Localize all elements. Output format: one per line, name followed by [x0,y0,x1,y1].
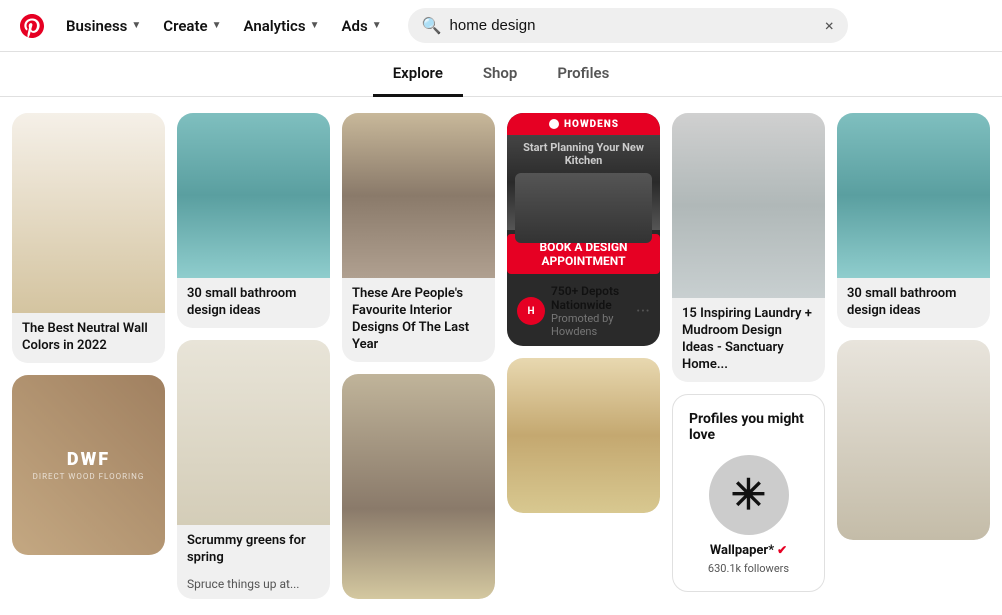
howdens-header: HOWDENS [507,113,660,135]
pin-living-room[interactable] [837,340,990,540]
main-nav: Business ▼ Create ▼ Analytics ▼ Ads ▼ [56,11,392,41]
pin-grey-kitchen[interactable]: 15 Inspiring Laundry + Mudroom Design Id… [672,113,825,382]
pin-teal-bath-1[interactable]: 30 small bathroom design ideas [177,113,330,328]
more-options-button[interactable]: ··· [636,301,650,322]
howdens-headline: Start Planning Your New Kitchen [507,135,660,173]
pin-dwf[interactable]: DWF DIRECT WOOD FLOORING [12,375,165,555]
search-bar: 🔍 × [408,8,848,43]
verified-icon: ✔ [777,543,787,557]
profile-wallpaper[interactable]: ✳ Wallpaper* ✔ 630.1k followers [689,455,808,575]
chevron-down-icon: ▼ [131,20,141,31]
howdens-footer: H 750+ Depots Nationwide Promoted by How… [507,278,660,346]
close-icon[interactable]: × [825,16,834,35]
nav-ads[interactable]: Ads ▼ [332,11,392,41]
howdens-kitchen-image: Start Planning Your New Kitchen [507,135,660,230]
pin-hallway[interactable]: The Best Neutral Wall Colors in 2022 [12,113,165,363]
pin-title: These Are People's Favourite Interior De… [342,278,495,362]
promo-sub-headline: 750+ Depots Nationwide [551,284,630,312]
chevron-down-icon: ▼ [310,20,320,31]
tab-bar: Explore Shop Profiles [0,52,1002,97]
profile-avatar: ✳ [709,455,789,535]
pin-title: 15 Inspiring Laundry + Mudroom Design Id… [672,298,825,382]
pin-pendant[interactable] [507,358,660,513]
pin-title: 30 small bathroom design ideas [177,278,330,328]
profiles-card-title: Profiles you might love [689,411,808,443]
profile-name: Wallpaper* ✔ [710,543,787,558]
search-input[interactable] [450,17,818,34]
dwf-subtext: DIRECT WOOD FLOORING [33,472,145,481]
howdens-avatar: H [517,297,545,325]
promo-brand-name: Howdens [551,325,630,338]
nav-create[interactable]: Create ▼ [153,11,231,41]
chevron-down-icon: ▼ [212,20,222,31]
promo-promoted-label: Promoted by [551,312,630,325]
pin-title: 30 small bathroom design ideas [837,278,990,328]
tab-explore[interactable]: Explore [373,52,463,97]
nav-business[interactable]: Business ▼ [56,11,151,41]
dwf-logo: DWF [67,449,110,470]
tab-profiles[interactable]: Profiles [537,52,629,97]
howdens-info: 750+ Depots Nationwide Promoted by Howde… [551,284,630,338]
pin-stairs[interactable] [342,374,495,599]
pinterest-logo[interactable] [16,10,48,42]
profiles-you-might-love-card: Profiles you might love ✳ Wallpaper* ✔ 6… [672,394,825,592]
pin-howdens-promo[interactable]: HOWDENS Start Planning Your New Kitchen … [507,113,660,346]
pin-green-sofa[interactable]: Scrummy greens for spring Spruce things … [177,340,330,599]
chevron-down-icon: ▼ [372,20,382,31]
pin-kitchen-stone[interactable]: These Are People's Favourite Interior De… [342,113,495,362]
search-icon: 🔍 [422,16,442,35]
pin-title: The Best Neutral Wall Colors in 2022 [12,313,165,363]
pin-teal-bath-2[interactable]: 30 small bathroom design ideas [837,113,990,328]
tab-shop[interactable]: Shop [463,52,537,97]
pin-title: Scrummy greens for spring [177,525,330,575]
pin-subtext: Spruce things up at... [177,575,330,599]
nav-analytics[interactable]: Analytics ▼ [234,11,330,41]
profile-followers: 630.1k followers [708,562,789,575]
header: Business ▼ Create ▼ Analytics ▼ Ads ▼ 🔍 … [0,0,1002,52]
